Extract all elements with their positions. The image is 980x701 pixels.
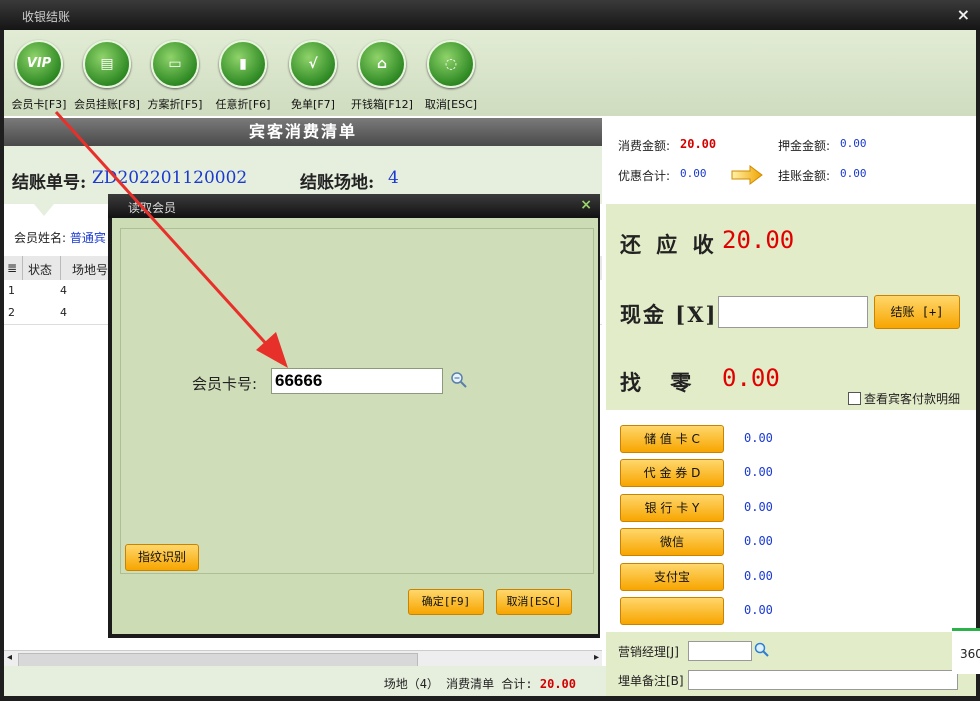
toolbar-label: 会员挂账[F8] (74, 98, 140, 111)
alipay-amount: 0.00 (744, 569, 773, 583)
free-bill-icon: √ (289, 40, 337, 88)
dialog-content (120, 228, 594, 574)
cash-input[interactable] (718, 296, 868, 328)
consume-label: 消费金额: (618, 139, 671, 153)
other-payment-button[interactable] (620, 597, 724, 625)
horizontal-scrollbar[interactable]: ◂ ▸ (4, 650, 602, 667)
row-venue: 4 (60, 284, 67, 297)
vip-card-icon: VIP (15, 40, 63, 88)
change-label: 找 零 (620, 370, 692, 395)
card-number-input[interactable] (271, 368, 443, 394)
cash-drawer-icon: ⌂ (358, 40, 406, 88)
toolbar-label: 任意折[F6] (215, 98, 271, 111)
credit-label: 挂账金额: (778, 169, 831, 183)
tab-pointer (34, 204, 54, 216)
checkout-button[interactable]: 结账 [+] (874, 295, 960, 329)
cancel-icon: ◌ (427, 40, 475, 88)
grid-menu-icon[interactable]: ≣ (7, 261, 17, 275)
other-payment-amount: 0.00 (744, 603, 773, 617)
stored-value-card-button[interactable]: 储 值 卡 C (620, 425, 724, 453)
scroll-right-icon[interactable]: ▸ (594, 652, 599, 663)
plan-discount-button[interactable]: ▭ 方案折[F5] (140, 40, 210, 112)
deposit-label: 押金金额: (778, 139, 831, 153)
discount-label: 优惠合计: (618, 169, 671, 183)
summary-box: 消费金额: 20.00 押金金额: 0.00 优惠合计: 0.00 挂账金额: … (606, 116, 976, 205)
member-name-value: 普通宾 (69, 231, 106, 245)
discount-amount: 0.00 (680, 167, 707, 180)
card-search-icon[interactable] (450, 371, 468, 389)
member-name-row: 会员姓名: 普通宾 (14, 229, 106, 246)
window-close-button[interactable]: × (957, 5, 970, 24)
custom-discount-button[interactable]: ▮ 任意折[F6] (208, 40, 278, 112)
plan-discount-icon: ▭ (151, 40, 199, 88)
row-venue: 4 (60, 306, 67, 319)
cash-label: 现金 [X] (620, 302, 718, 327)
bill-number: ZD202201120002 (92, 168, 248, 188)
sales-manager-label: 营销经理[J] (618, 645, 679, 659)
credit-amount: 0.00 (840, 167, 867, 180)
stored-value-amount: 0.00 (744, 431, 773, 445)
column-status[interactable]: 状态 (28, 261, 52, 278)
cancel-button[interactable]: ◌ 取消[ESC] (416, 40, 486, 112)
toolbar-label: 会员卡[F3] (11, 98, 67, 111)
remark-input[interactable] (688, 670, 958, 690)
dialog-close-button[interactable]: × (580, 197, 592, 213)
cash-drawer-button[interactable]: ⌂ 开钱箱[F12] (347, 40, 417, 112)
toolbar-label: 免单[F7] (291, 98, 335, 111)
toolbar-label: 取消[ESC] (424, 98, 478, 111)
custom-discount-icon: ▮ (219, 40, 267, 88)
card-number-label: 会员卡号: (192, 375, 258, 393)
alipay-button[interactable]: 支付宝 (620, 563, 724, 591)
toolbar-label: 开钱箱[F12] (351, 98, 413, 111)
dialog-cancel-button[interactable]: 取消[ESC] (496, 589, 572, 615)
toolbar-label: 方案折[F5] (147, 98, 203, 111)
column-venue[interactable]: 场地号 (72, 261, 108, 278)
search-icon[interactable] (754, 642, 770, 658)
toolbar: VIP 会员卡[F3] ▤ 会员挂账[F8] ▭ 方案折[F5] ▮ 任意折[F… (4, 30, 976, 116)
member-credit-icon: ▤ (83, 40, 131, 88)
member-card-button[interactable]: VIP 会员卡[F3] (4, 40, 74, 112)
confirm-button[interactable]: 确定[F9] (408, 589, 484, 615)
free-bill-button[interactable]: √ 免单[F7] (278, 40, 348, 112)
edge-widget-360[interactable]: 360 (952, 628, 980, 674)
window-title: 收银结账 (22, 10, 71, 24)
footer-venue: 场地（4） (383, 677, 439, 691)
consume-amount: 20.00 (680, 137, 717, 151)
dialog-titlebar: 读取会员 × (108, 194, 600, 218)
amount-due: 20.00 (722, 226, 795, 254)
remark-label: 埋单备注[B] (618, 674, 684, 688)
arrow-right-icon (731, 165, 763, 185)
footer-total-label: 合计: (501, 677, 533, 691)
change-amount: 0.00 (722, 364, 780, 392)
member-credit-button[interactable]: ▤ 会员挂账[F8] (72, 40, 142, 112)
row-index: 2 (8, 306, 15, 319)
window-titlebar: 收银结账 × (0, 0, 980, 30)
wechat-amount: 0.00 (744, 534, 773, 548)
bill-footer: 场地（4） 消费清单 合计: 20.00 (4, 666, 606, 696)
voucher-button[interactable]: 代 金 券 D (620, 459, 724, 487)
fingerprint-button[interactable]: 指纹识别 (125, 544, 199, 571)
voucher-amount: 0.00 (744, 465, 773, 479)
wechat-button[interactable]: 微信 (620, 528, 724, 556)
sales-manager-input[interactable] (688, 641, 752, 661)
venue-label: 结账场地: (300, 173, 375, 193)
scroll-left-icon[interactable]: ◂ (7, 652, 12, 663)
dialog-title: 读取会员 (128, 201, 177, 215)
amount-due-label: 还 应 收 (620, 232, 718, 257)
footer-total: 20.00 (539, 677, 576, 691)
venue-value: 4 (388, 168, 399, 188)
bill-title: 宾客消费清单 (4, 118, 602, 146)
bank-card-button[interactable]: 银 行 卡 Y (620, 494, 724, 522)
bill-number-label: 结账单号: (12, 173, 87, 193)
member-name-label: 会员姓名: (14, 231, 67, 245)
scroll-thumb[interactable] (18, 653, 418, 667)
bank-card-amount: 0.00 (744, 500, 773, 514)
footer-list: 消费清单 (446, 677, 495, 691)
row-index: 1 (8, 284, 15, 297)
payment-detail-label: 查看宾客付款明细 (864, 392, 961, 406)
payment-detail-checkbox[interactable] (848, 392, 861, 405)
deposit-amount: 0.00 (840, 137, 867, 150)
